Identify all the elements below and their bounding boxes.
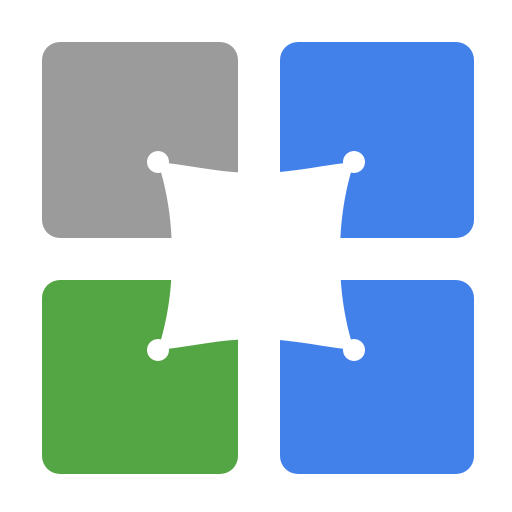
center-star-cutout [158, 162, 354, 350]
corner-dot-bottom-right [343, 339, 365, 361]
colored-grid-icon [0, 0, 512, 512]
app-icon [0, 0, 512, 512]
corner-dot-top-left [147, 151, 169, 173]
corner-dot-top-right [343, 151, 365, 173]
corner-dot-bottom-left [147, 339, 169, 361]
